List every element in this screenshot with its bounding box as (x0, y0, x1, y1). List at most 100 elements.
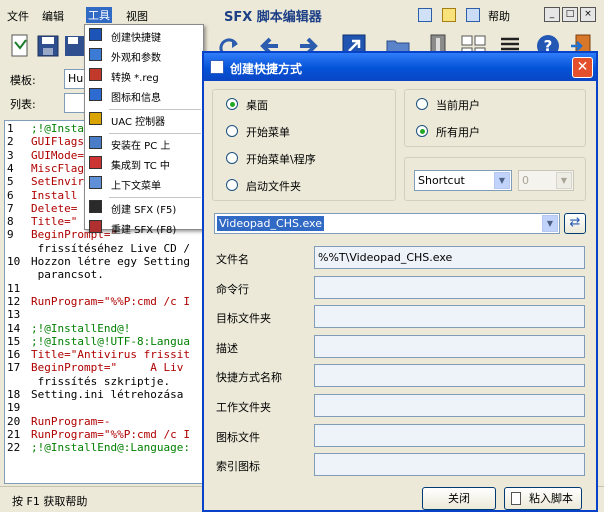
code-line: Install (31, 188, 78, 202)
field-label: 图标文件 (216, 430, 260, 444)
field-input[interactable] (314, 453, 585, 477)
code-line: SetEnvir (31, 175, 84, 189)
field-input[interactable]: %%T\Videopad_CHS.exe (314, 246, 585, 269)
index-value: 0 (522, 174, 529, 187)
line-number: 17 (7, 361, 21, 375)
field-label: 快捷方式名称 (216, 371, 282, 385)
menu-item-shortcut[interactable]: 创建快捷键 (85, 25, 203, 45)
script-icon[interactable] (442, 8, 456, 22)
field-input[interactable] (314, 423, 585, 447)
menu-tools[interactable]: 工具 (86, 7, 112, 23)
code-line: MiscFlag (31, 161, 84, 175)
line-number: 11 (7, 281, 21, 295)
field-input[interactable] (314, 394, 585, 417)
line-number: 6 (7, 188, 14, 202)
help-book-icon[interactable] (466, 8, 480, 22)
close-button[interactable]: 关闭 (422, 487, 496, 510)
radio-label: 开始菜单 (246, 126, 290, 139)
menu-separator (109, 109, 201, 110)
location-radio[interactable]: 开始菜单\程序 (226, 151, 376, 167)
menu-item-label: 集成到 TC 中 (111, 161, 170, 172)
radio-button-icon (416, 125, 428, 137)
user-radio[interactable]: 所有用户 (416, 124, 566, 140)
radio-label: 启动文件夹 (246, 180, 301, 193)
radio-button-icon (226, 152, 238, 164)
shortcut-type-select[interactable]: Shortcut ▼ (414, 170, 512, 191)
index-select[interactable]: 0 ▼ (518, 170, 574, 191)
code-line: frissítés szkriptje. (31, 374, 171, 388)
code-line: RunProgram=- (31, 414, 111, 428)
line-number: 15 (7, 334, 21, 348)
line-number: 12 (7, 294, 21, 308)
code-line: ;!@InstallEnd@:Language: (31, 441, 190, 455)
field-label: 文件名 (216, 253, 249, 266)
chevron-down-icon: ▼ (494, 172, 510, 189)
rebuild-sfx-icon (89, 220, 102, 233)
line-number: 4 (7, 161, 14, 175)
paste-button-label: 粘入脚本 (529, 492, 573, 505)
menu-item-label: 创建快捷键 (111, 33, 161, 44)
radio-button-icon (226, 179, 238, 191)
menu-item-context-menu[interactable]: 上下文菜单 (85, 173, 203, 193)
paste-to-script-button[interactable]: 粘入脚本 (504, 487, 582, 510)
shortcut-icon (89, 28, 102, 41)
field-value: %%T\Videopad_CHS.exe (318, 251, 453, 264)
file-combo-value: Videopad_CHS.exe (217, 216, 324, 231)
line-number: 13 (7, 308, 21, 322)
line-number: 1 (7, 122, 14, 135)
minimize-icon[interactable]: _ (544, 7, 560, 22)
user-radio[interactable]: 当前用户 (416, 97, 566, 113)
line-number: 20 (7, 414, 21, 428)
menu-item-create-sfx[interactable]: 创建 SFX (F5) (85, 197, 203, 217)
menu-item-label: 转换 *.reg (111, 73, 159, 84)
menu-item-uac-shield[interactable]: UAC 控制器 (85, 109, 203, 129)
line-number: 5 (7, 175, 14, 189)
menu-view[interactable]: 视图 (126, 8, 148, 24)
dialog-close-button[interactable]: ✕ (572, 57, 593, 78)
field-input[interactable] (314, 305, 585, 329)
radio-button-icon (226, 98, 238, 110)
menu-item-label: 图标和信息 (111, 93, 161, 104)
location-radio[interactable]: 开始菜单 (226, 124, 376, 140)
line-number: 9 (7, 228, 14, 242)
calendar-icon[interactable] (418, 8, 432, 22)
code-line: ;!@InstallEnd@! (31, 321, 131, 335)
code-line: Title="Antivirus frissit (31, 348, 190, 362)
file-combo[interactable]: Videopad_CHS.exe ▼ (214, 213, 560, 234)
reg-convert-icon (89, 68, 102, 81)
menu-item-rebuild-sfx[interactable]: 重建 SFX (F8) (85, 217, 203, 237)
field-input[interactable] (314, 334, 585, 358)
location-radio[interactable]: 桌面 (226, 97, 376, 113)
line-number: 2 (7, 135, 14, 149)
radio-button-icon (416, 98, 428, 110)
context-menu-icon (89, 176, 102, 189)
field-input[interactable] (314, 275, 585, 299)
location-radio[interactable]: 启动文件夹 (226, 178, 376, 194)
dialog-titlebar[interactable]: 创建快捷方式 ✕ (204, 53, 596, 81)
menu-item-appearance[interactable]: 外观和参数 (85, 45, 203, 65)
maximize-icon[interactable]: □ (562, 7, 578, 22)
menu-item-integrate-tc[interactable]: 集成到 TC 中 (85, 153, 203, 173)
menu-edit[interactable]: 编辑 (42, 8, 64, 24)
menu-item-label: UAC 控制器 (111, 117, 166, 128)
line-number: 3 (7, 148, 14, 162)
save-all-icon[interactable] (62, 32, 84, 60)
line-number: 8 (7, 215, 14, 229)
template-value: Hu (68, 72, 84, 85)
create-sfx-icon (89, 200, 102, 213)
refresh-button[interactable]: ⇄ (564, 213, 586, 234)
line-number: 19 (7, 401, 21, 415)
new-file-icon[interactable] (6, 32, 34, 60)
template-label: 模板: (10, 74, 36, 87)
dialog-title: 创建快捷方式 (230, 62, 303, 76)
menu-item-install-pc[interactable]: 安装在 PC 上 (85, 133, 203, 153)
menu-item-icon-info[interactable]: 图标和信息 (85, 85, 203, 105)
menu-help[interactable]: 帮助 (488, 8, 510, 24)
field-input[interactable] (314, 364, 585, 388)
menu-file[interactable]: 文件 (7, 8, 29, 24)
save-icon[interactable] (34, 32, 62, 60)
close-icon[interactable]: × (580, 7, 596, 22)
menu-item-reg-convert[interactable]: 转换 *.reg (85, 65, 203, 85)
radio-button-icon (226, 125, 238, 137)
menu-item-label: 上下文菜单 (111, 181, 161, 192)
